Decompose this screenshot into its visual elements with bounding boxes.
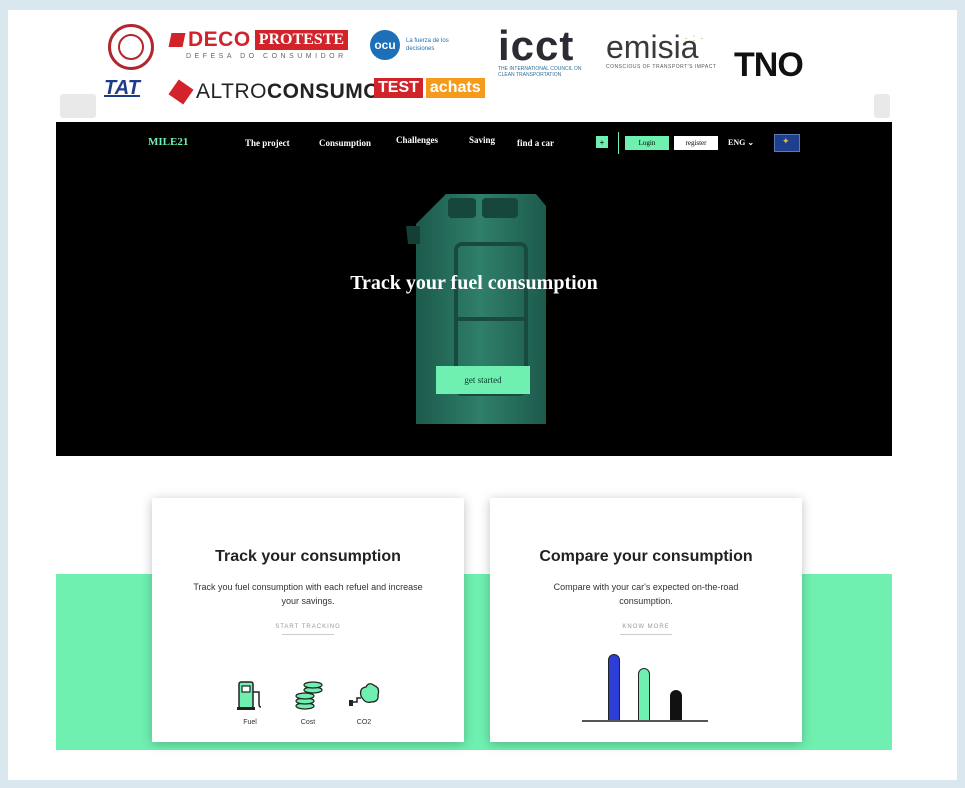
partner-logos: DECO PROTESTE DEFESA DO CONSUMIDOR ocu L… (8, 10, 957, 110)
mile21-website: MILE21 The project Consumption Challenge… (56, 122, 892, 750)
browser-chrome-left (60, 94, 96, 118)
card-title: Track your consumption (215, 548, 401, 565)
start-tracking-link[interactable]: START TRACKING (152, 624, 464, 630)
coins-icon (295, 681, 323, 710)
top-navigation: MILE21 The project Consumption Challenge… (56, 122, 892, 166)
link-underline (282, 634, 334, 635)
altroconsumo-logo: ALTROCONSUMO (168, 79, 380, 105)
chart-baseline (582, 720, 708, 722)
card-text: Compare with your car's expected on-the-… (553, 582, 739, 606)
emisia-logo: emisia · : · CONSCIOUS OF TRANSPORT'S IMP… (606, 29, 717, 70)
eu-flag-icon (774, 134, 800, 152)
co2-item: CO2 (344, 678, 384, 726)
hero-section: MILE21 The project Consumption Challenge… (56, 122, 892, 456)
compare-consumption-card: Compare your consumption Compare with yo… (490, 498, 802, 742)
nav-item-find-a-car[interactable]: find a car (517, 138, 554, 148)
co2-cloud-icon (349, 683, 380, 706)
test-achats-logo: TEST achats (374, 78, 485, 98)
nav-item-the-project[interactable]: The project (245, 138, 290, 148)
get-started-button[interactable]: get started (436, 366, 530, 394)
site-logo[interactable]: MILE21 (148, 136, 188, 148)
nav-item-challenges[interactable]: Challenges (396, 135, 438, 145)
add-button[interactable]: + (596, 136, 608, 148)
tat-logo: TAT (104, 77, 140, 99)
chevron-down-icon: ⌄ (747, 138, 755, 147)
login-button[interactable]: Login (625, 136, 669, 150)
fuel-label: Fuel (243, 719, 257, 726)
browser-chrome-right (874, 94, 890, 118)
cost-label: Cost (300, 719, 316, 726)
nav-item-consumption[interactable]: Consumption (319, 138, 371, 148)
bar-reference (670, 690, 682, 722)
fuel-pump-icon (237, 681, 262, 710)
language-selector[interactable]: ENG ⌄ (728, 138, 754, 147)
tno-logo: TNO (734, 46, 804, 84)
icct-logo: icct THE INTERNATIONAL COUNCIL ON CLEAN … (498, 22, 582, 79)
card-title: Compare your consumption (539, 548, 753, 565)
co2-label: CO2 (356, 719, 372, 726)
ocu-logo: ocu La fuerza de los decisiones (370, 30, 466, 60)
deco-proteste-logo: DECO PROTESTE DEFESA DO CONSUMIDOR (168, 28, 349, 60)
fuel-item: Fuel (230, 678, 270, 726)
nav-item-saving[interactable]: Saving (469, 135, 495, 145)
bar-expected (608, 654, 620, 722)
card-text: Track you fuel consumption with each ref… (193, 582, 423, 606)
know-more-link[interactable]: KNOW MORE (490, 624, 802, 630)
jerrycan-icon (406, 194, 546, 424)
cost-item: Cost (288, 678, 328, 726)
comparison-bars (582, 648, 712, 734)
hero-title: Track your fuel consumption (350, 272, 598, 294)
university-seal-logo (108, 24, 154, 70)
track-consumption-card: Track your consumption Track you fuel co… (152, 498, 464, 742)
register-button[interactable]: register (674, 136, 718, 150)
screenshot-frame: DECO PROTESTE DEFESA DO CONSUMIDOR ocu L… (8, 10, 957, 780)
link-underline (620, 634, 672, 635)
nav-divider (618, 132, 619, 154)
bar-yours (638, 668, 650, 722)
